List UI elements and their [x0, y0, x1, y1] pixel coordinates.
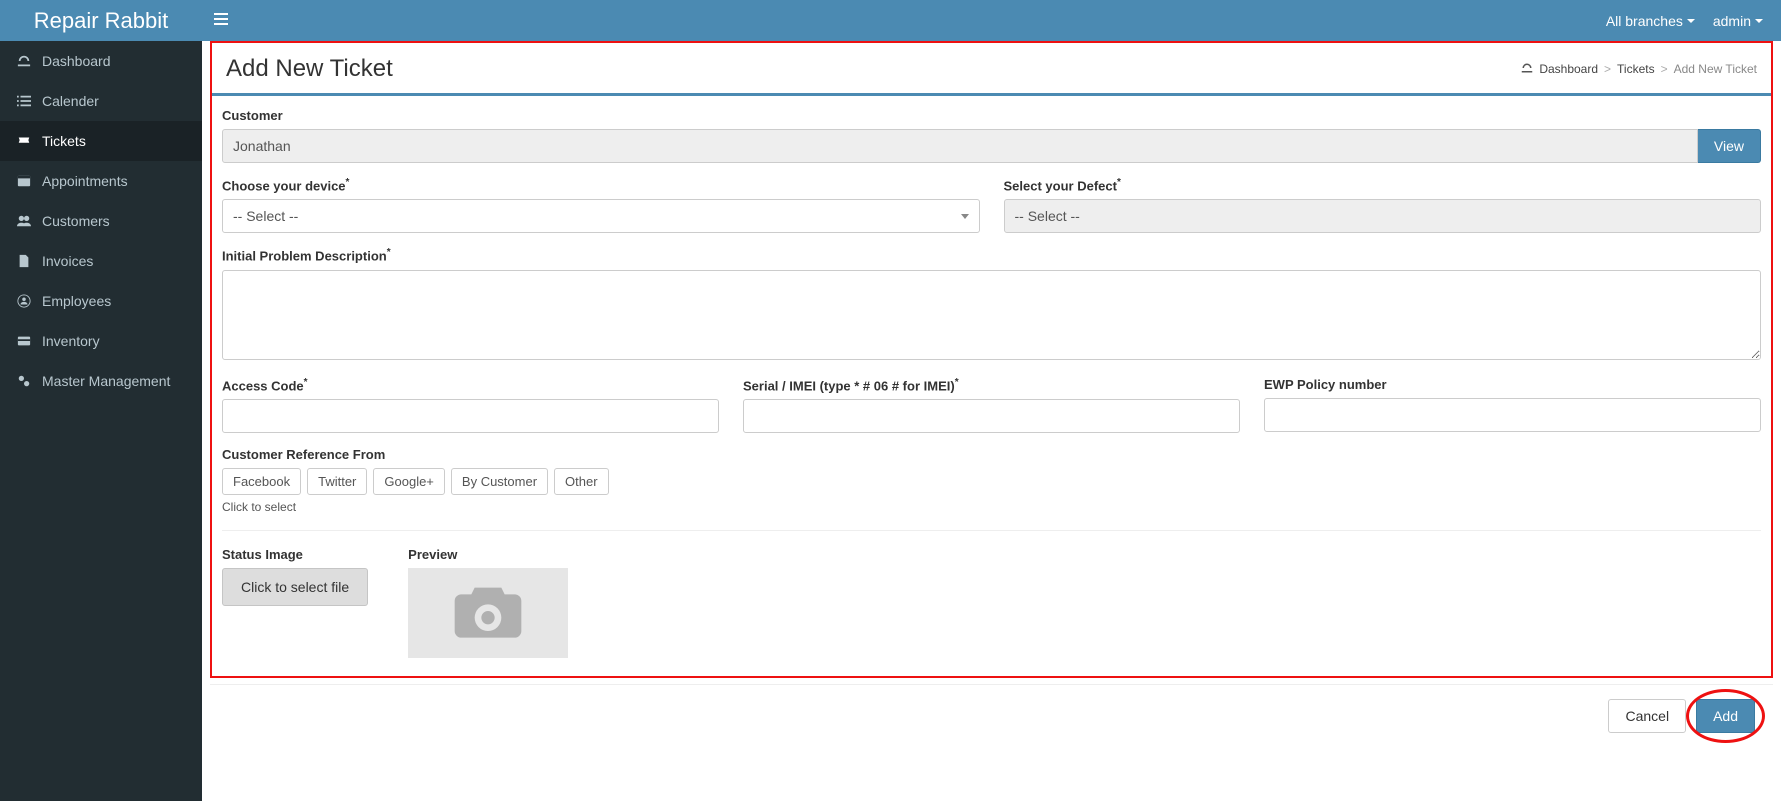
breadcrumb-current: Add New Ticket [1674, 62, 1757, 76]
sidebar-item-label: Customers [42, 213, 110, 229]
sidebar-item-label: Calender [42, 93, 99, 109]
user-circle-icon [16, 294, 32, 308]
sidebar-item-label: Employees [42, 293, 111, 309]
menu-toggle-icon[interactable] [214, 12, 228, 29]
file-select-button[interactable]: Click to select file [222, 568, 368, 606]
dashboard-icon [1521, 62, 1533, 77]
page-header: Add New Ticket Dashboard > Tickets > Add… [212, 43, 1771, 91]
form-card: Customer Jonathan View Choose your devic… [212, 93, 1771, 676]
sidebar-item-label: Dashboard [42, 53, 111, 69]
camera-icon [448, 581, 528, 644]
calendar-icon [16, 174, 32, 188]
user-dropdown[interactable]: admin [1713, 13, 1763, 29]
sidebar-item-master-management[interactable]: Master Management [0, 361, 202, 401]
sidebar-item-label: Tickets [42, 133, 86, 149]
list-icon [16, 94, 32, 108]
divider [222, 530, 1761, 531]
reference-option-facebook[interactable]: Facebook [222, 468, 301, 495]
highlight-frame: Add New Ticket Dashboard > Tickets > Add… [210, 41, 1773, 678]
reference-option-google[interactable]: Google+ [373, 468, 445, 495]
topbar: Repair Rabbit All branches admin [0, 0, 1781, 41]
sidebar-item-calender[interactable]: Calender [0, 81, 202, 121]
ewp-label: EWP Policy number [1264, 377, 1761, 392]
sidebar-item-invoices[interactable]: Invoices [0, 241, 202, 281]
serial-input[interactable] [743, 399, 1240, 433]
sidebar-item-employees[interactable]: Employees [0, 281, 202, 321]
problem-label: Initial Problem Description* [222, 247, 1761, 263]
status-image-label: Status Image [222, 547, 368, 562]
preview-label: Preview [408, 547, 568, 562]
user-label: admin [1713, 13, 1751, 29]
chevron-down-icon [1687, 19, 1695, 23]
reference-label: Customer Reference From [222, 447, 1761, 462]
cogs-icon [16, 374, 32, 388]
sidebar-item-label: Appointments [42, 173, 128, 189]
sidebar-item-appointments[interactable]: Appointments [0, 161, 202, 201]
sidebar-item-label: Invoices [42, 253, 93, 269]
sidebar-item-label: Master Management [42, 373, 170, 389]
sidebar: Dashboard Calender Tickets Appointments … [0, 41, 202, 801]
reference-options: Facebook Twitter Google+ By Customer Oth… [222, 468, 1761, 495]
dashboard-icon [16, 54, 32, 68]
access-code-input[interactable] [222, 399, 719, 433]
chevron-down-icon [961, 214, 969, 219]
users-icon [16, 214, 32, 228]
breadcrumb-dashboard[interactable]: Dashboard [1539, 62, 1598, 76]
reference-hint: Click to select [222, 500, 1761, 514]
reference-option-other[interactable]: Other [554, 468, 609, 495]
branch-dropdown[interactable]: All branches [1606, 13, 1695, 29]
customer-field: Jonathan [222, 129, 1698, 163]
footer-actions: Cancel Add [210, 684, 1773, 747]
brand[interactable]: Repair Rabbit [0, 8, 202, 34]
branch-label: All branches [1606, 13, 1683, 29]
main-content: Add New Ticket Dashboard > Tickets > Add… [202, 41, 1781, 747]
device-select[interactable]: -- Select -- [222, 199, 980, 233]
reference-option-twitter[interactable]: Twitter [307, 468, 367, 495]
serial-label: Serial / IMEI (type * # 06 # for IMEI)* [743, 377, 1240, 393]
defect-label: Select your Defect* [1004, 177, 1762, 193]
image-preview [408, 568, 568, 658]
breadcrumb-sep: > [1661, 62, 1668, 76]
breadcrumb-tickets[interactable]: Tickets [1617, 62, 1655, 76]
add-button[interactable]: Add [1696, 699, 1755, 733]
ticket-icon [16, 134, 32, 148]
sidebar-item-dashboard[interactable]: Dashboard [0, 41, 202, 81]
defect-select-value: -- Select -- [1015, 208, 1080, 224]
file-icon [16, 254, 32, 268]
breadcrumb-sep: > [1604, 62, 1611, 76]
sidebar-item-label: Inventory [42, 333, 100, 349]
sidebar-item-tickets[interactable]: Tickets [0, 121, 202, 161]
customer-label: Customer [222, 108, 1761, 123]
breadcrumb: Dashboard > Tickets > Add New Ticket [1521, 62, 1757, 77]
chevron-down-icon [1755, 19, 1763, 23]
view-button[interactable]: View [1698, 129, 1761, 163]
credit-card-icon [16, 334, 32, 348]
problem-textarea[interactable] [222, 270, 1761, 360]
page-title: Add New Ticket [226, 55, 393, 83]
defect-select[interactable]: -- Select -- [1004, 199, 1762, 233]
sidebar-item-customers[interactable]: Customers [0, 201, 202, 241]
ewp-input[interactable] [1264, 398, 1761, 432]
access-code-label: Access Code* [222, 377, 719, 393]
cancel-button[interactable]: Cancel [1608, 699, 1686, 733]
reference-option-bycustomer[interactable]: By Customer [451, 468, 548, 495]
device-select-value: -- Select -- [233, 208, 298, 224]
device-label: Choose your device* [222, 177, 980, 193]
sidebar-item-inventory[interactable]: Inventory [0, 321, 202, 361]
